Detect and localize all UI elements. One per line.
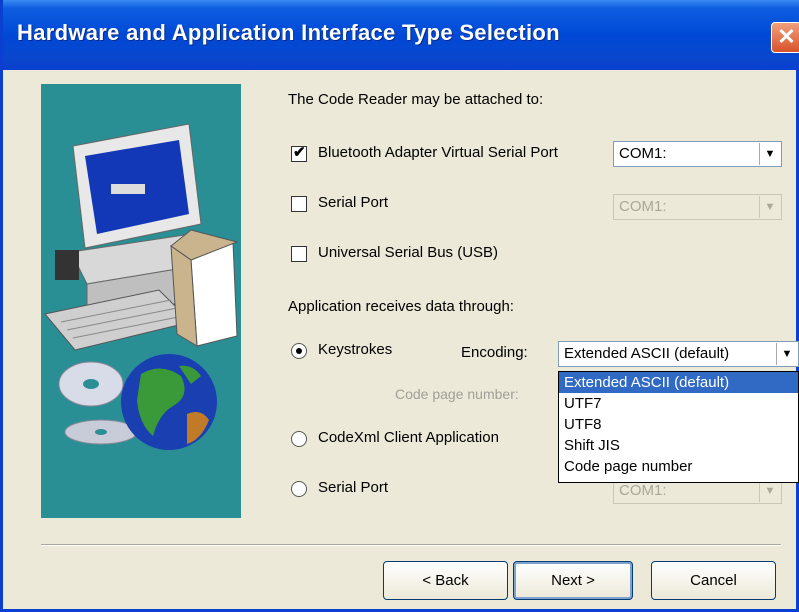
- cancel-button[interactable]: Cancel: [651, 561, 776, 600]
- encoding-option[interactable]: Extended ASCII (default): [559, 372, 798, 393]
- bluetooth-port-value: COM1:: [619, 145, 667, 162]
- chevron-down-icon[interactable]: ▼: [776, 343, 797, 365]
- title-bar[interactable]: Hardware and Application Interface Type …: [3, 0, 799, 70]
- globe-icon: [121, 354, 217, 450]
- encoding-option[interactable]: Code page number: [559, 456, 798, 477]
- codexml-label[interactable]: CodeXml Client Application: [318, 429, 499, 446]
- serial-label[interactable]: Serial Port: [318, 194, 388, 211]
- usb-checkbox[interactable]: [291, 246, 307, 262]
- codexml-radio[interactable]: [291, 431, 307, 447]
- chevron-down-icon: ▼: [759, 480, 780, 502]
- keystrokes-label[interactable]: Keystrokes: [318, 341, 392, 358]
- chevron-down-icon[interactable]: ▼: [759, 143, 780, 165]
- usb-label[interactable]: Universal Serial Bus (USB): [318, 244, 498, 261]
- serial-port-value: COM1:: [619, 198, 667, 215]
- chevron-down-icon: ▼: [759, 196, 780, 218]
- bluetooth-checkbox[interactable]: ✔: [291, 144, 307, 162]
- encoding-dropdown-list[interactable]: Extended ASCII (default) UTF7 UTF8 Shift…: [558, 371, 799, 483]
- wizard-illustration: [41, 84, 241, 518]
- serial-checkbox[interactable]: [291, 196, 307, 212]
- app-heading: Application receives data through:: [288, 298, 514, 315]
- app-serial-port-value: COM1:: [619, 482, 667, 499]
- serial-port-radio-label[interactable]: Serial Port: [318, 479, 388, 496]
- dialog-window: Hardware and Application Interface Type …: [0, 0, 799, 612]
- serial-port-select: COM1: ▼: [613, 194, 782, 220]
- encoding-value: Extended ASCII (default): [564, 345, 730, 362]
- bluetooth-label[interactable]: Bluetooth Adapter Virtual Serial Port: [318, 144, 558, 161]
- encoding-option[interactable]: Shift JIS: [559, 435, 798, 456]
- next-button[interactable]: Next >: [513, 561, 633, 600]
- encoding-option[interactable]: UTF7: [559, 393, 798, 414]
- button-separator: [41, 544, 781, 546]
- back-button[interactable]: < Back: [383, 561, 508, 600]
- bluetooth-port-select[interactable]: COM1: ▼: [613, 141, 782, 167]
- attach-heading: The Code Reader may be attached to:: [288, 91, 544, 108]
- encoding-option[interactable]: UTF8: [559, 414, 798, 435]
- computer-icon: [44, 123, 239, 351]
- keystrokes-radio[interactable]: [291, 343, 307, 359]
- encoding-select[interactable]: Extended ASCII (default) ▼: [558, 341, 799, 367]
- close-icon[interactable]: ✕: [771, 22, 799, 53]
- window-title: Hardware and Application Interface Type …: [17, 20, 560, 45]
- code-page-label: Code page number:: [395, 386, 519, 402]
- serial-port-radio[interactable]: [291, 481, 307, 497]
- encoding-label: Encoding:: [461, 344, 528, 361]
